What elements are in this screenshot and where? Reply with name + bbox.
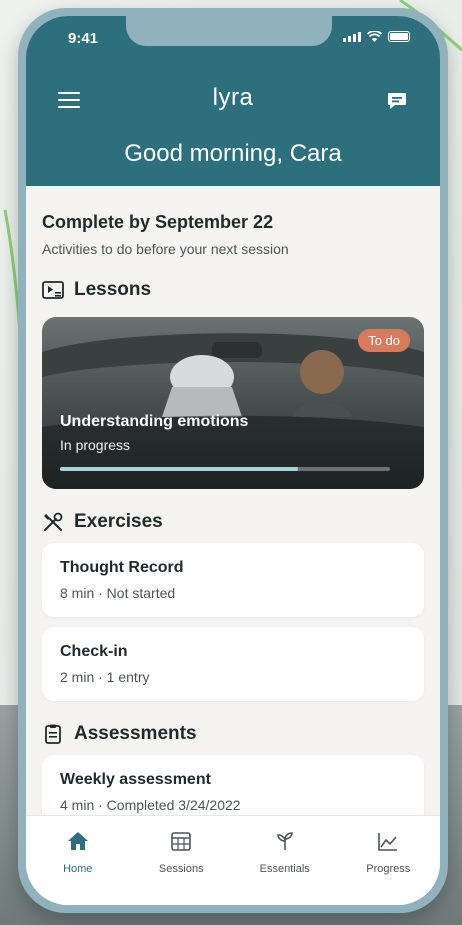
due-title: Complete by September 22 <box>42 212 274 232</box>
clipboard-icon <box>45 724 61 744</box>
todo-badge: To do <box>358 329 410 352</box>
lesson-title: Understanding emotions <box>60 413 249 430</box>
exercises-heading-label: Exercises <box>74 511 163 532</box>
status-time: 9:41 <box>68 30 99 47</box>
greeting-text: Good morning, Cara <box>124 140 342 167</box>
tools-icon <box>44 512 63 531</box>
signal-icon <box>343 32 361 42</box>
lesson-status: In progress <box>60 437 131 453</box>
home-icon <box>67 832 88 850</box>
phone-frame: 9:41 lyra Good morning, Cara Complete by… <box>18 8 448 913</box>
tab-sessions[interactable]: Sessions <box>136 830 226 905</box>
exercise-meta: 8 min · Not started <box>60 585 176 601</box>
wifi-icon <box>367 31 382 42</box>
assessments-heading: Assessments <box>42 723 424 745</box>
tab-essentials[interactable]: Essentials <box>240 830 330 905</box>
app-header: 9:41 lyra Good morning, Cara <box>26 16 440 186</box>
tab-home[interactable]: Home <box>33 830 123 905</box>
tab-progress[interactable]: Progress <box>343 830 433 905</box>
lesson-video-icon <box>42 281 64 299</box>
home-content: Complete by September 22 Activities to d… <box>26 186 440 829</box>
lessons-heading: Lessons <box>42 279 424 301</box>
calendar-icon <box>171 832 192 851</box>
tab-essentials-label: Essentials <box>259 863 310 875</box>
due-subtitle: Activities to do before your next sessio… <box>42 241 289 257</box>
lesson-progress-fill <box>60 467 298 471</box>
exercises-heading: Exercises <box>42 511 424 533</box>
chart-icon <box>378 833 398 851</box>
messages-icon[interactable] <box>386 90 408 112</box>
bottom-tab-bar: Home Sessions Essentials Progress <box>26 815 440 905</box>
exercise-card[interactable]: Check-in 2 min · 1 entry <box>42 627 424 701</box>
app-logo: lyra <box>212 84 254 111</box>
assessments-heading-label: Assessments <box>74 723 197 744</box>
app-screen: 9:41 lyra Good morning, Cara Complete by… <box>26 16 440 905</box>
status-icons <box>343 31 410 42</box>
assessment-meta: 4 min · Completed 3/24/2022 <box>60 797 241 813</box>
tab-sessions-label: Sessions <box>158 863 204 875</box>
lessons-heading-label: Lessons <box>74 279 152 300</box>
tab-progress-label: Progress <box>366 863 411 875</box>
exercise-title: Check-in <box>60 643 128 660</box>
exercise-meta: 2 min · 1 entry <box>60 669 150 685</box>
lesson-progress-bar <box>60 467 390 471</box>
tab-home-label: Home <box>63 863 93 875</box>
assessment-title: Weekly assessment <box>60 771 211 788</box>
lesson-card[interactable]: To do Understanding emotions In progress <box>42 317 424 489</box>
exercise-card[interactable]: Thought Record 8 min · Not started <box>42 543 424 617</box>
exercise-title: Thought Record <box>60 559 184 576</box>
battery-icon <box>388 31 410 42</box>
phone-notch <box>126 16 332 46</box>
sprout-icon <box>276 832 293 850</box>
